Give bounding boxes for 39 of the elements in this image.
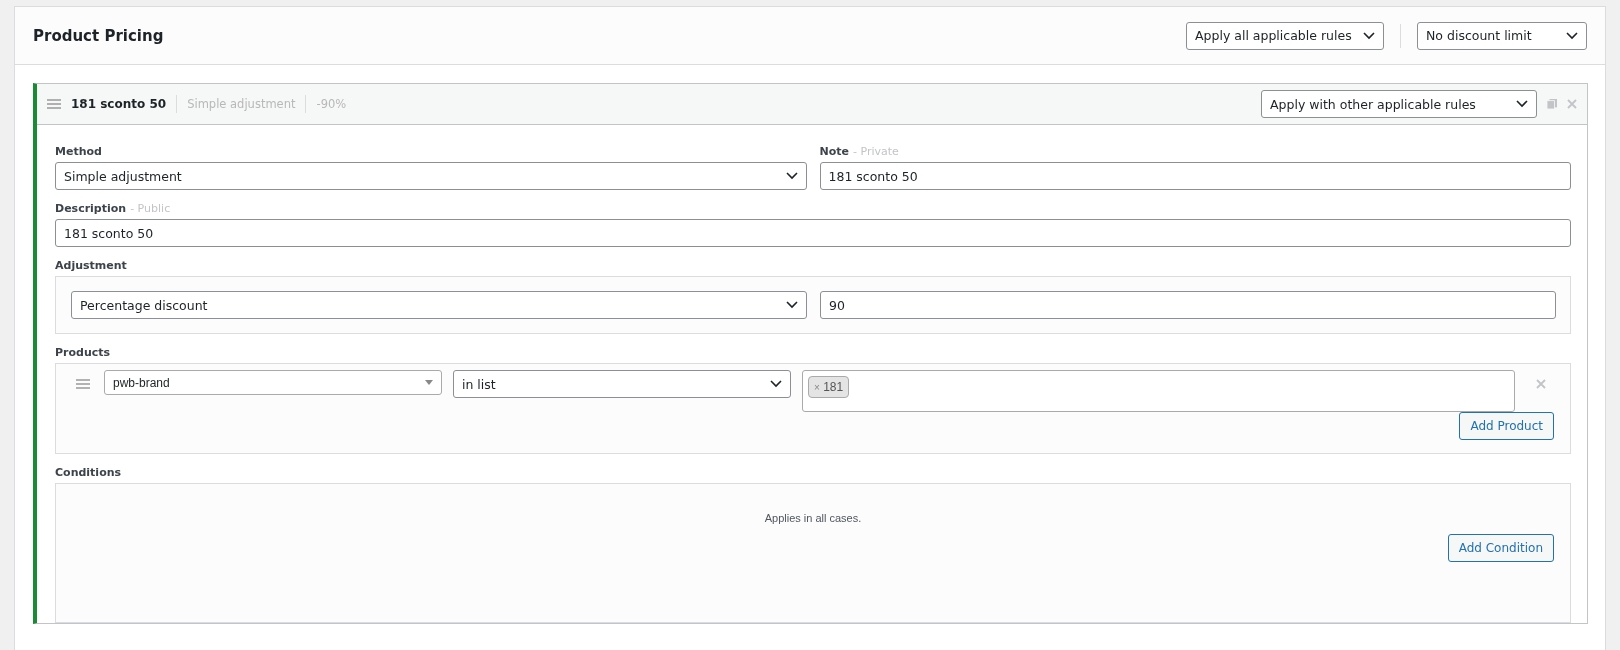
- apply-mode-select[interactable]: Apply all applicable rules: [1186, 21, 1384, 50]
- adjustment-value-field[interactable]: 90: [820, 291, 1556, 319]
- method-label: Method: [55, 145, 103, 158]
- duplicate-icon[interactable]: [1547, 99, 1557, 109]
- add-condition-button[interactable]: Add Condition: [1447, 534, 1554, 562]
- property-select[interactable]: pwb-brand: [104, 370, 442, 395]
- description-field[interactable]: 181 sconto 50: [55, 219, 1571, 247]
- tag-label: 181: [823, 380, 844, 394]
- chevron-down-icon: [1516, 100, 1528, 108]
- empty-conditions-text: Applies in all cases.: [764, 512, 862, 524]
- note-label: Note: [819, 145, 849, 158]
- chevron-down-icon: [1363, 31, 1375, 40]
- note-field[interactable]: 181 sconto 50: [819, 162, 1571, 190]
- operator-select[interactable]: in list: [453, 370, 791, 398]
- drag-handle-icon[interactable]: [76, 379, 90, 389]
- description-hint: - Public: [130, 202, 171, 215]
- adjustment-type-select[interactable]: Percentage discount: [71, 291, 807, 319]
- add-product-button[interactable]: Add Product: [1459, 412, 1554, 440]
- rule-method-summary: Simple adjustment: [187, 97, 296, 111]
- close-icon[interactable]: [1567, 99, 1577, 109]
- discount-limit-select[interactable]: No discount limit: [1417, 21, 1587, 50]
- method-select[interactable]: Simple adjustment: [55, 162, 807, 190]
- rule-amount-summary: -90%: [316, 97, 347, 111]
- drag-handle-icon[interactable]: [47, 99, 61, 109]
- tag-input-field[interactable]: × 181: [802, 370, 1515, 412]
- conditions-label: Conditions: [55, 466, 123, 479]
- close-icon[interactable]: [1536, 379, 1546, 389]
- adjustment-label: Adjustment: [55, 259, 128, 272]
- chevron-down-icon: [1566, 31, 1578, 40]
- rule-title: 181 sconto 50: [71, 97, 167, 111]
- note-hint: - Private: [853, 145, 899, 158]
- panel-title: Product Pricing: [33, 26, 165, 45]
- chevron-down-icon: [770, 380, 782, 388]
- triangle-down-icon: [425, 380, 433, 385]
- exclusivity-select[interactable]: Apply with other applicable rules: [1261, 90, 1537, 118]
- description-label: Description: [55, 202, 127, 215]
- products-label: Products: [55, 346, 112, 359]
- chevron-down-icon: [786, 301, 798, 309]
- chevron-down-icon: [785, 172, 798, 180]
